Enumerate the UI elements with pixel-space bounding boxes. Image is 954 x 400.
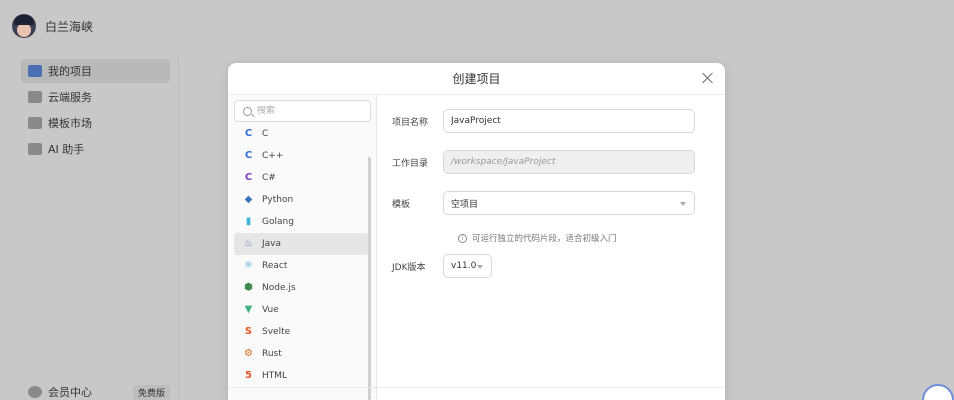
template-label: 模板	[392, 199, 411, 210]
language-item-c-[interactable]: C C#	[234, 167, 368, 189]
template-hint-text: 可运行独立的代码片段，适合初级入门	[472, 234, 617, 244]
language-label: HTML	[262, 371, 288, 381]
language-label: React	[262, 261, 288, 271]
language-item-html[interactable]: 5 HTML	[234, 365, 368, 387]
sidebar-item-cloud-services[interactable]: 云端服务	[21, 85, 170, 109]
info-icon: i	[458, 233, 467, 243]
dialog-title: 创建项目	[452, 72, 501, 86]
close-icon[interactable]	[701, 71, 715, 85]
work-dir-row: 工作目录 /workspace/JavaProject	[377, 150, 725, 174]
jdk-version-value: v11.0	[451, 261, 477, 271]
language-item-c-[interactable]: C C++	[234, 145, 368, 167]
svelte-icon: S	[244, 326, 253, 337]
project-name-label: 项目名称	[392, 117, 429, 128]
html-icon: 5	[245, 370, 252, 381]
work-dir-value: /workspace/JavaProject	[451, 157, 556, 167]
language-label: Java	[262, 239, 282, 249]
help-float-button[interactable]	[922, 384, 954, 400]
search-icon	[243, 106, 252, 116]
jdk-label: JDK版本	[392, 262, 426, 273]
python-icon: ◆	[244, 194, 253, 205]
react-icon: ⚛	[244, 260, 253, 271]
template-select[interactable]: 空项目	[443, 191, 695, 215]
language-label: Vue	[262, 305, 279, 315]
search-input[interactable]	[257, 106, 357, 116]
app-header: 白兰海峡	[0, 0, 954, 52]
language-list: C C C C++ C C# ◆ Python ▮ Golang ♨ Java ⚛ React ⬢ Node.…	[234, 123, 368, 387]
project-form: 项目名称 工作目录 /workspace/JavaProject 模板 空项目 …	[377, 95, 725, 400]
dialog-footer-divider	[228, 387, 725, 388]
language-label: Node.js	[262, 283, 296, 293]
cloud-icon	[28, 91, 42, 103]
template-value: 空项目	[451, 199, 479, 210]
work-dir-label: 工作目录	[392, 158, 429, 169]
sidebar: 我的项目 云端服务 模板市场 AI 助手 会员中心 免费版	[12, 57, 178, 400]
nodejs-icon: ⬢	[244, 282, 253, 293]
sidebar-item-my-projects[interactable]: 我的项目	[21, 59, 170, 83]
dialog-header: 创建项目	[228, 63, 725, 95]
template-hint: i 可运行独立的代码片段，适合初级入门	[458, 232, 617, 244]
language-label: Svelte	[262, 327, 291, 337]
member-center-label: 会员中心	[48, 386, 92, 399]
language-label: C++	[262, 151, 284, 161]
language-label: C#	[262, 173, 276, 183]
language-item-svelte[interactable]: S Svelte	[234, 321, 368, 343]
language-item-node-js[interactable]: ⬢ Node.js	[234, 277, 368, 299]
language-item-rust[interactable]: ⚙ Rust	[234, 343, 368, 365]
project-name-input[interactable]	[451, 116, 681, 126]
create-project-dialog: 创建项目 CCCC++CC#◆Python▮Golang♨Java⚛React⬢…	[228, 63, 725, 400]
language-panel: CCCC++CC#◆Python▮Golang♨Java⚛React⬢Node.…	[228, 95, 377, 400]
language-label: C	[262, 129, 269, 139]
avatar[interactable]	[12, 14, 36, 38]
language-item-vue[interactable]: ▼ Vue	[234, 299, 368, 321]
chevron-down-icon	[680, 202, 686, 206]
golang-icon: ▮	[245, 216, 252, 227]
rust-icon: ⚙	[244, 348, 253, 359]
language-search[interactable]	[234, 100, 371, 122]
language-label: Rust	[262, 349, 282, 359]
chevron-down-icon	[477, 265, 483, 269]
language-item-c[interactable]: CC	[234, 123, 368, 145]
language-item-python[interactable]: ◆ Python	[234, 189, 368, 211]
sidebar-item-label: 云端服务	[48, 91, 92, 104]
robot-icon	[28, 143, 42, 155]
c-icon: C	[244, 128, 253, 139]
sidebar-divider	[178, 57, 179, 400]
sidebar-item-template-market[interactable]: 模板市场	[21, 111, 170, 135]
jdk-version-select[interactable]: v11.0	[443, 254, 492, 278]
folder-icon	[28, 65, 42, 77]
sidebar-item-member-center[interactable]: 会员中心 免费版	[21, 382, 170, 400]
template-row: 模板 空项目	[377, 191, 725, 215]
language-label: Python	[262, 195, 294, 205]
jdk-row: JDK版本 v11.0	[377, 254, 725, 278]
sidebar-item-label: 我的项目	[48, 65, 92, 78]
cpp-icon: C	[244, 150, 253, 161]
member-icon	[28, 386, 42, 398]
store-icon	[28, 117, 42, 129]
plan-badge: 免费版	[132, 384, 170, 400]
language-item-java[interactable]: ♨ Java	[234, 233, 368, 255]
project-name-row: 项目名称	[377, 109, 725, 133]
work-dir-field: /workspace/JavaProject	[443, 150, 695, 174]
sidebar-item-label: AI 助手	[48, 143, 85, 156]
language-list-scrollbar[interactable]	[368, 157, 371, 400]
csharp-icon: C	[244, 172, 253, 183]
sidebar-item-ai-assistant[interactable]: AI 助手	[21, 137, 170, 161]
vue-icon: ▼	[244, 304, 253, 315]
user-name: 白兰海峡	[45, 19, 94, 34]
java-icon: ♨	[244, 238, 253, 249]
language-item-golang[interactable]: ▮ Golang	[234, 211, 368, 233]
language-item-react[interactable]: ⚛ React	[234, 255, 368, 277]
language-label: Golang	[262, 217, 294, 227]
project-name-field[interactable]	[443, 109, 695, 133]
sidebar-item-label: 模板市场	[48, 117, 92, 130]
